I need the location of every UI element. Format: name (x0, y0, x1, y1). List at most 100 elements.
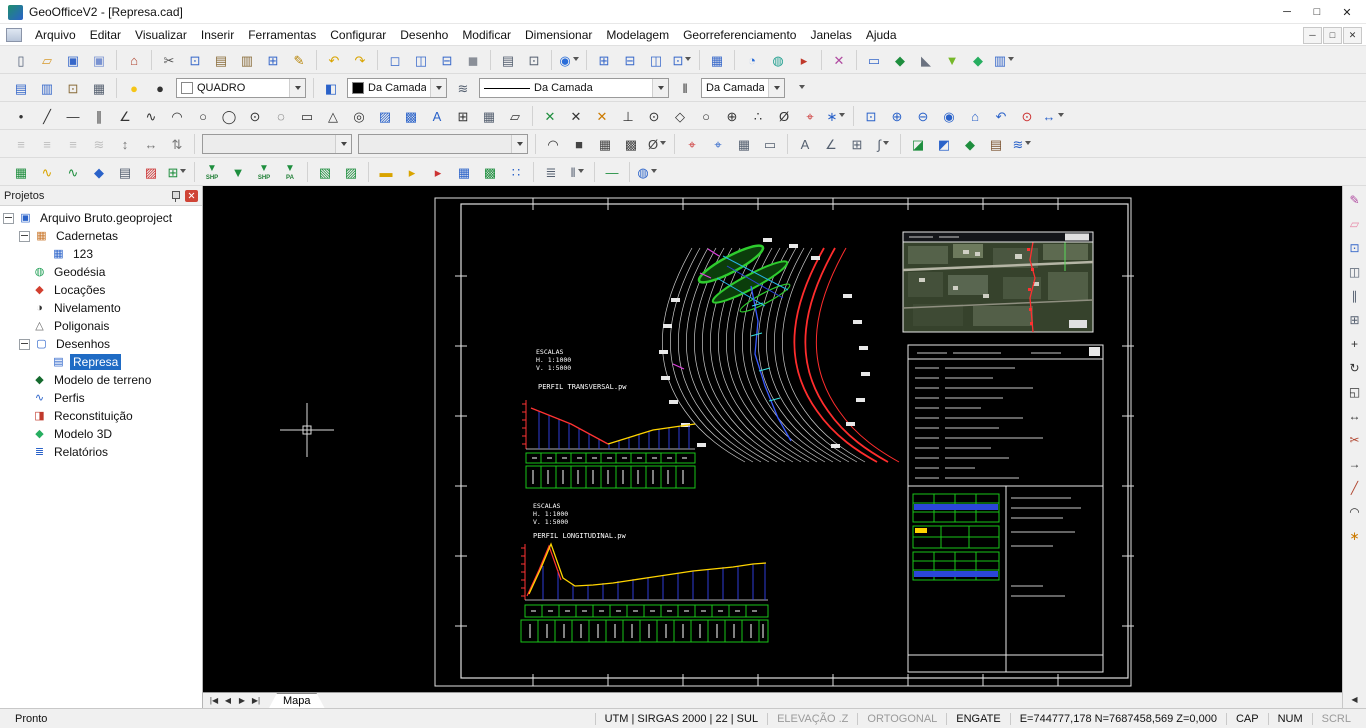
layer-manager-button[interactable]: ▤ (9, 76, 34, 100)
print-button[interactable]: ▤ (496, 48, 521, 72)
menu-desenho[interactable]: Desenho (393, 26, 455, 44)
move-button[interactable]: + (1344, 333, 1366, 355)
data-columns-button[interactable]: ▥ (992, 48, 1017, 72)
tree-item-reconstituicao[interactable]: ◨ Reconstituição (0, 407, 202, 425)
dense-fill-button[interactable]: ▩ (619, 132, 644, 156)
paste-button[interactable]: ▤ (209, 48, 234, 72)
linetype-combo[interactable]: Da Camada (479, 78, 669, 98)
status-elevation-toggle[interactable]: ELEVAÇÃO .Z (767, 713, 857, 725)
snap-track-button[interactable]: ⌖ (798, 104, 823, 128)
menu-dimensionar[interactable]: Dimensionar (518, 26, 599, 44)
save-all-button[interactable]: ▣ (87, 48, 112, 72)
chevron-down-icon[interactable] (652, 79, 668, 97)
snap-tangent-button[interactable]: ○ (694, 104, 719, 128)
import-project-button[interactable]: ⌂ (122, 48, 147, 72)
target-snap-button[interactable]: ⌖ (706, 132, 731, 156)
cut-button[interactable]: ✂ (157, 48, 182, 72)
chevron-down-icon[interactable] (651, 169, 657, 176)
hatch-button[interactable]: ▨ (373, 104, 398, 128)
next-sheet-button[interactable]: ▶ (235, 694, 249, 708)
tree-item-represa[interactable]: ▤ Represa (0, 353, 202, 371)
lineweight-combo[interactable]: Da Camada (701, 78, 785, 98)
orbit-view-button[interactable]: ◔ (740, 48, 765, 72)
save-button[interactable]: ▣ (61, 48, 86, 72)
minimize-button[interactable]: ─ (1272, 1, 1302, 23)
menu-inserir[interactable]: Inserir (194, 26, 241, 44)
offset-button[interactable]: ∥ (1344, 285, 1366, 307)
field-grid-button[interactable]: ▦ (705, 48, 730, 72)
alert-flag-button[interactable]: ▸ (792, 48, 817, 72)
menu-georreferenciamento[interactable]: Georreferenciamento (676, 26, 803, 44)
flip-horizontal-button[interactable]: ↔ (139, 132, 164, 156)
break-button[interactable]: ╱ (1344, 477, 1366, 499)
cad-drawing[interactable]: ESCALAS H. 1:1000 V. 1:5000 PERFIL TRANS… (203, 186, 1342, 692)
collapse-toggle-icon[interactable] (3, 213, 14, 224)
chevron-down-icon[interactable] (839, 113, 845, 120)
snap-none-button[interactable]: Ø (772, 104, 797, 128)
snap-center-button[interactable]: ⊙ (642, 104, 667, 128)
water-lines-button[interactable]: ≋ (1010, 132, 1035, 156)
cad-viewport[interactable]: ESCALAS H. 1:1000 V. 1:5000 PERFIL TRANS… (203, 186, 1342, 692)
solid-fill-button[interactable]: ■ (567, 132, 592, 156)
chevron-down-icon[interactable] (573, 57, 579, 64)
zoom-in-button[interactable]: ⊕ (885, 104, 910, 128)
panel-close-button[interactable] (185, 190, 198, 202)
view-split-h-button[interactable]: ◫ (409, 48, 434, 72)
tree-item-cadernetas[interactable]: ▦ Cadernetas (0, 227, 202, 245)
model-3d-button[interactable]: ◆ (966, 48, 991, 72)
pa-export-button[interactable]: ▼PA (278, 158, 303, 186)
menu-modificar[interactable]: Modificar (455, 26, 518, 44)
chevron-down-icon[interactable] (883, 141, 889, 148)
ellipse-button[interactable]: ◌ (269, 104, 294, 128)
tree-item-desenhos[interactable]: ▢ Desenhos (0, 335, 202, 353)
construction-line-button[interactable]: — (61, 104, 86, 128)
menu-visualizar[interactable]: Visualizar (128, 26, 194, 44)
contour-yellow-button[interactable]: ∿ (35, 160, 60, 184)
menu-editar[interactable]: Editar (83, 26, 128, 44)
collapse-toggle-icon[interactable] (19, 231, 30, 242)
grid-blue-button[interactable]: ▦ (452, 160, 477, 184)
pan-button[interactable]: ↔ (1041, 104, 1066, 128)
toolbar2-overflow-button[interactable] (789, 76, 814, 100)
menu-arquivo[interactable]: Arquivo (28, 26, 83, 44)
hatch-green-button[interactable]: ▩ (478, 160, 503, 184)
circle-2p-button[interactable]: ◯ (217, 104, 242, 128)
tab-mapa[interactable]: Mapa (269, 693, 325, 708)
erase-button[interactable]: ▱ (1344, 213, 1366, 235)
arc-button[interactable]: ◠ (165, 104, 190, 128)
tree-item-arquivo-bruto[interactable]: ▣ Arquivo Bruto.geoproject (0, 209, 202, 227)
spline-button[interactable]: ∿ (139, 104, 164, 128)
order-swap-button[interactable]: ⇅ (165, 132, 190, 156)
terrain-brown-button[interactable]: ▤ (984, 132, 1009, 156)
mdi-restore-button[interactable]: □ (1323, 27, 1342, 44)
zoom-dynamic-button[interactable]: ◉ (937, 104, 962, 128)
chevron-down-icon[interactable] (289, 79, 305, 97)
magic-select-button[interactable]: ✕ (827, 48, 852, 72)
menu-ferramentas[interactable]: Ferramentas (241, 26, 323, 44)
terrain-profile-button[interactable]: ◪ (906, 132, 931, 156)
trim-button[interactable]: ✂ (1344, 429, 1366, 451)
profile-tool-button[interactable]: ◣ (914, 48, 939, 72)
pin-icon[interactable] (170, 190, 181, 202)
snap-settings-button[interactable]: ∗ (824, 104, 849, 128)
chevron-down-icon[interactable] (1058, 113, 1064, 120)
stretch-button[interactable]: ↔ (1344, 405, 1366, 427)
status-crs[interactable]: UTM | SIRGAS 2000 | 22 | SUL (595, 713, 767, 725)
level-line-button[interactable]: — (600, 160, 625, 184)
terrain-model-button[interactable]: ▦ (9, 160, 34, 184)
zoom-extents-button[interactable]: ⌂ (963, 104, 988, 128)
snap-endpoint-button[interactable]: ✕ (538, 104, 563, 128)
spacing-tool-button[interactable]: ‖ (565, 160, 590, 184)
undo-button[interactable]: ↶ (322, 48, 347, 72)
grid-green-button[interactable]: ⊞ (165, 160, 190, 184)
menu-configurar[interactable]: Configurar (323, 26, 393, 44)
view-split-v-button[interactable]: ⊟ (435, 48, 460, 72)
polyline-button[interactable]: ∠ (113, 104, 138, 128)
surface-view-button[interactable]: ◆ (888, 48, 913, 72)
paint-bucket-button[interactable]: ◧ (319, 76, 344, 100)
layer-lock-button[interactable]: ⊡ (61, 76, 86, 100)
snap-quadrant-button[interactable]: ◇ (668, 104, 693, 128)
circle-3p-button[interactable]: ⊙ (243, 104, 268, 128)
format-brush-button[interactable]: ✎ (287, 48, 312, 72)
layer-states-button[interactable]: ▦ (87, 76, 112, 100)
